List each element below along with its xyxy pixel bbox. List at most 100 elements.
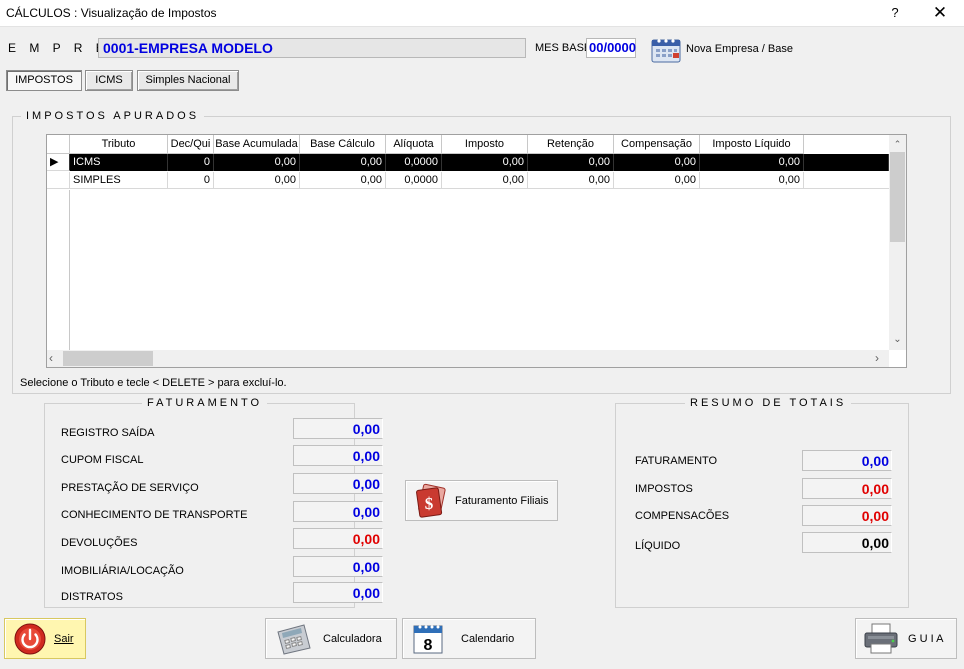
resumo-totais-title: RESUMO DE TOTAIS <box>685 397 852 409</box>
horizontal-scroll-thumb[interactable] <box>63 351 153 366</box>
vertical-scroll-thumb[interactable] <box>890 152 905 242</box>
calculadora-label: Calculadora <box>323 633 382 645</box>
cell-aliquota[interactable]: 0,0000 <box>386 172 442 189</box>
scroll-down-icon[interactable]: ⌄ <box>889 334 906 345</box>
tab-impostos[interactable]: IMPOSTOS <box>6 70 82 91</box>
printer-icon <box>864 623 898 654</box>
prestacao-servico-label: PRESTAÇÃO DE SERVIÇO <box>61 482 199 494</box>
resumo-compensacoes-value: 0,00 <box>802 505 892 526</box>
guia-button[interactable]: G U I A <box>855 618 957 659</box>
mes-base-label: MES BASE <box>535 42 592 54</box>
cell-tributo[interactable]: ICMS <box>70 154 168 171</box>
svg-text:$: $ <box>425 494 434 513</box>
faturamento-filiais-label: Faturamento Filiais <box>455 495 549 507</box>
cell-dec-qui[interactable]: 0 <box>168 154 214 171</box>
horizontal-scrollbar[interactable]: ‹ › <box>47 350 889 367</box>
cell-base-acumulada[interactable]: 0,00 <box>214 172 300 189</box>
faturamento-filiais-button[interactable]: $ Faturamento Filiais <box>405 480 558 521</box>
cupom-fiscal-value: 0,00 <box>293 445 383 466</box>
cell-imposto[interactable]: 0,00 <box>442 172 528 189</box>
calendar-day-icon: 8 <box>413 625 443 654</box>
table-row[interactable]: SIMPLES 0 0,00 0,00 0,0000 0,00 0,00 0,0… <box>47 172 889 189</box>
cell-imposto-liquido[interactable]: 0,00 <box>700 172 804 189</box>
power-icon <box>14 623 46 655</box>
cell-base-calculo[interactable]: 0,00 <box>300 172 386 189</box>
imobiliaria-locacao-label: IMOBILIÁRIA/LOCAÇÃO <box>61 565 184 577</box>
delete-hint: Selecione o Tributo e tecle < DELETE > p… <box>20 377 287 389</box>
help-button[interactable]: ? <box>882 3 908 23</box>
calculator-icon <box>277 624 311 655</box>
col-base-acumulada[interactable]: Base Acumulada <box>214 135 300 154</box>
grid-indicator-header <box>47 135 70 154</box>
cell-retencao[interactable]: 0,00 <box>528 172 614 189</box>
cell-empty <box>804 154 889 171</box>
resumo-impostos-value: 0,00 <box>802 478 892 499</box>
col-compensacao[interactable]: Compensação <box>614 135 700 154</box>
cell-aliquota[interactable]: 0,0000 <box>386 154 442 171</box>
scroll-left-icon[interactable]: ‹ <box>49 351 53 365</box>
row-indicator <box>47 172 70 189</box>
scroll-right-icon[interactable]: › <box>875 351 879 365</box>
cell-compensacao[interactable]: 0,00 <box>614 154 700 171</box>
cell-dec-qui[interactable]: 0 <box>168 172 214 189</box>
resumo-liquido-value: 0,00 <box>802 532 892 553</box>
title-bar: CÁLCULOS : Visualização de Impostos ? ✕ <box>0 0 964 27</box>
resumo-faturamento-value: 0,00 <box>802 450 892 471</box>
cell-retencao[interactable]: 0,00 <box>528 154 614 171</box>
impostos-apurados-title: IMPOSTOS APURADOS <box>21 110 205 122</box>
row-indicator-icon: ▶ <box>47 154 70 171</box>
col-imposto[interactable]: Imposto <box>442 135 528 154</box>
registro-saida-value: 0,00 <box>293 418 383 439</box>
col-aliquota[interactable]: Alíquota <box>386 135 442 154</box>
mes-base-field[interactable]: 00/0000 <box>586 38 636 58</box>
resumo-totais-group: FATURAMENTO 0,00 IMPOSTOS 0,00 COMPENSAC… <box>615 403 909 608</box>
calendario-button[interactable]: 8 Calendario <box>402 618 536 659</box>
cell-tributo[interactable]: SIMPLES <box>70 172 168 189</box>
distratos-label: DISTRATOS <box>61 591 123 603</box>
devolucoes-label: DEVOLUÇÕES <box>61 537 138 549</box>
guia-label: G U I A <box>908 633 944 645</box>
resumo-liquido-label: LÍQUIDO <box>635 540 681 552</box>
faturamento-title: FATURAMENTO <box>142 397 268 409</box>
cell-base-calculo[interactable]: 0,00 <box>300 154 386 171</box>
devolucoes-value: 0,00 <box>293 528 383 549</box>
cell-base-acumulada[interactable]: 0,00 <box>214 154 300 171</box>
col-dec-qui[interactable]: Dec/Qui <box>168 135 214 154</box>
cell-compensacao[interactable]: 0,00 <box>614 172 700 189</box>
cell-imposto[interactable]: 0,00 <box>442 154 528 171</box>
resumo-impostos-label: IMPOSTOS <box>635 483 693 495</box>
faturamento-group: REGISTRO SAÍDA 0,00 CUPOM FISCAL 0,00 PR… <box>44 403 383 608</box>
distratos-value: 0,00 <box>293 582 383 603</box>
empresa-field[interactable]: 0001-EMPRESA MODELO <box>98 38 526 58</box>
col-tributo[interactable]: Tributo <box>70 135 168 154</box>
calculadora-button[interactable]: Calculadora <box>265 618 397 659</box>
close-button[interactable]: ✕ <box>922 3 958 23</box>
calendario-label: Calendario <box>461 633 515 645</box>
conhecimento-transporte-value: 0,00 <box>293 501 383 522</box>
calendar-icon <box>651 39 681 63</box>
col-imposto-liquido[interactable]: Imposto Líquido <box>700 135 804 154</box>
window-title: CÁLCULOS : Visualização de Impostos <box>6 6 217 20</box>
sair-button[interactable]: Sair <box>4 618 86 659</box>
tab-simples-nacional[interactable]: Simples Nacional <box>137 70 239 91</box>
col-base-calculo[interactable]: Base Cálculo <box>300 135 386 154</box>
conhecimento-transporte-label: CONHECIMENTO DE TRANSPORTE <box>61 509 248 521</box>
impostos-grid[interactable]: Tributo Dec/Qui Base Acumulada Base Cálc… <box>46 134 907 368</box>
table-row[interactable]: ▶ ICMS 0 0,00 0,00 0,0000 0,00 0,00 0,00… <box>47 154 889 171</box>
resumo-compensacoes-label: COMPENSACÕES <box>635 510 730 522</box>
cupom-fiscal-label: CUPOM FISCAL <box>61 454 144 466</box>
imobiliaria-locacao-value: 0,00 <box>293 556 383 577</box>
resumo-faturamento-label: FATURAMENTO <box>635 455 718 467</box>
sair-label: Sair <box>54 633 74 645</box>
scroll-up-icon[interactable]: ⌃ <box>889 139 906 150</box>
tab-icms[interactable]: ICMS <box>85 70 133 91</box>
nova-empresa-label: Nova Empresa / Base <box>686 43 793 55</box>
dollar-document-icon: $ <box>416 483 446 518</box>
prestacao-servico-value: 0,00 <box>293 473 383 494</box>
vertical-scrollbar[interactable]: ⌃ ⌄ <box>889 135 906 350</box>
col-retencao[interactable]: Retenção <box>528 135 614 154</box>
indicator-column-divider <box>69 190 70 350</box>
cell-imposto-liquido[interactable]: 0,00 <box>700 154 804 171</box>
calendar-day-number: 8 <box>424 637 433 654</box>
registro-saida-label: REGISTRO SAÍDA <box>61 427 155 439</box>
